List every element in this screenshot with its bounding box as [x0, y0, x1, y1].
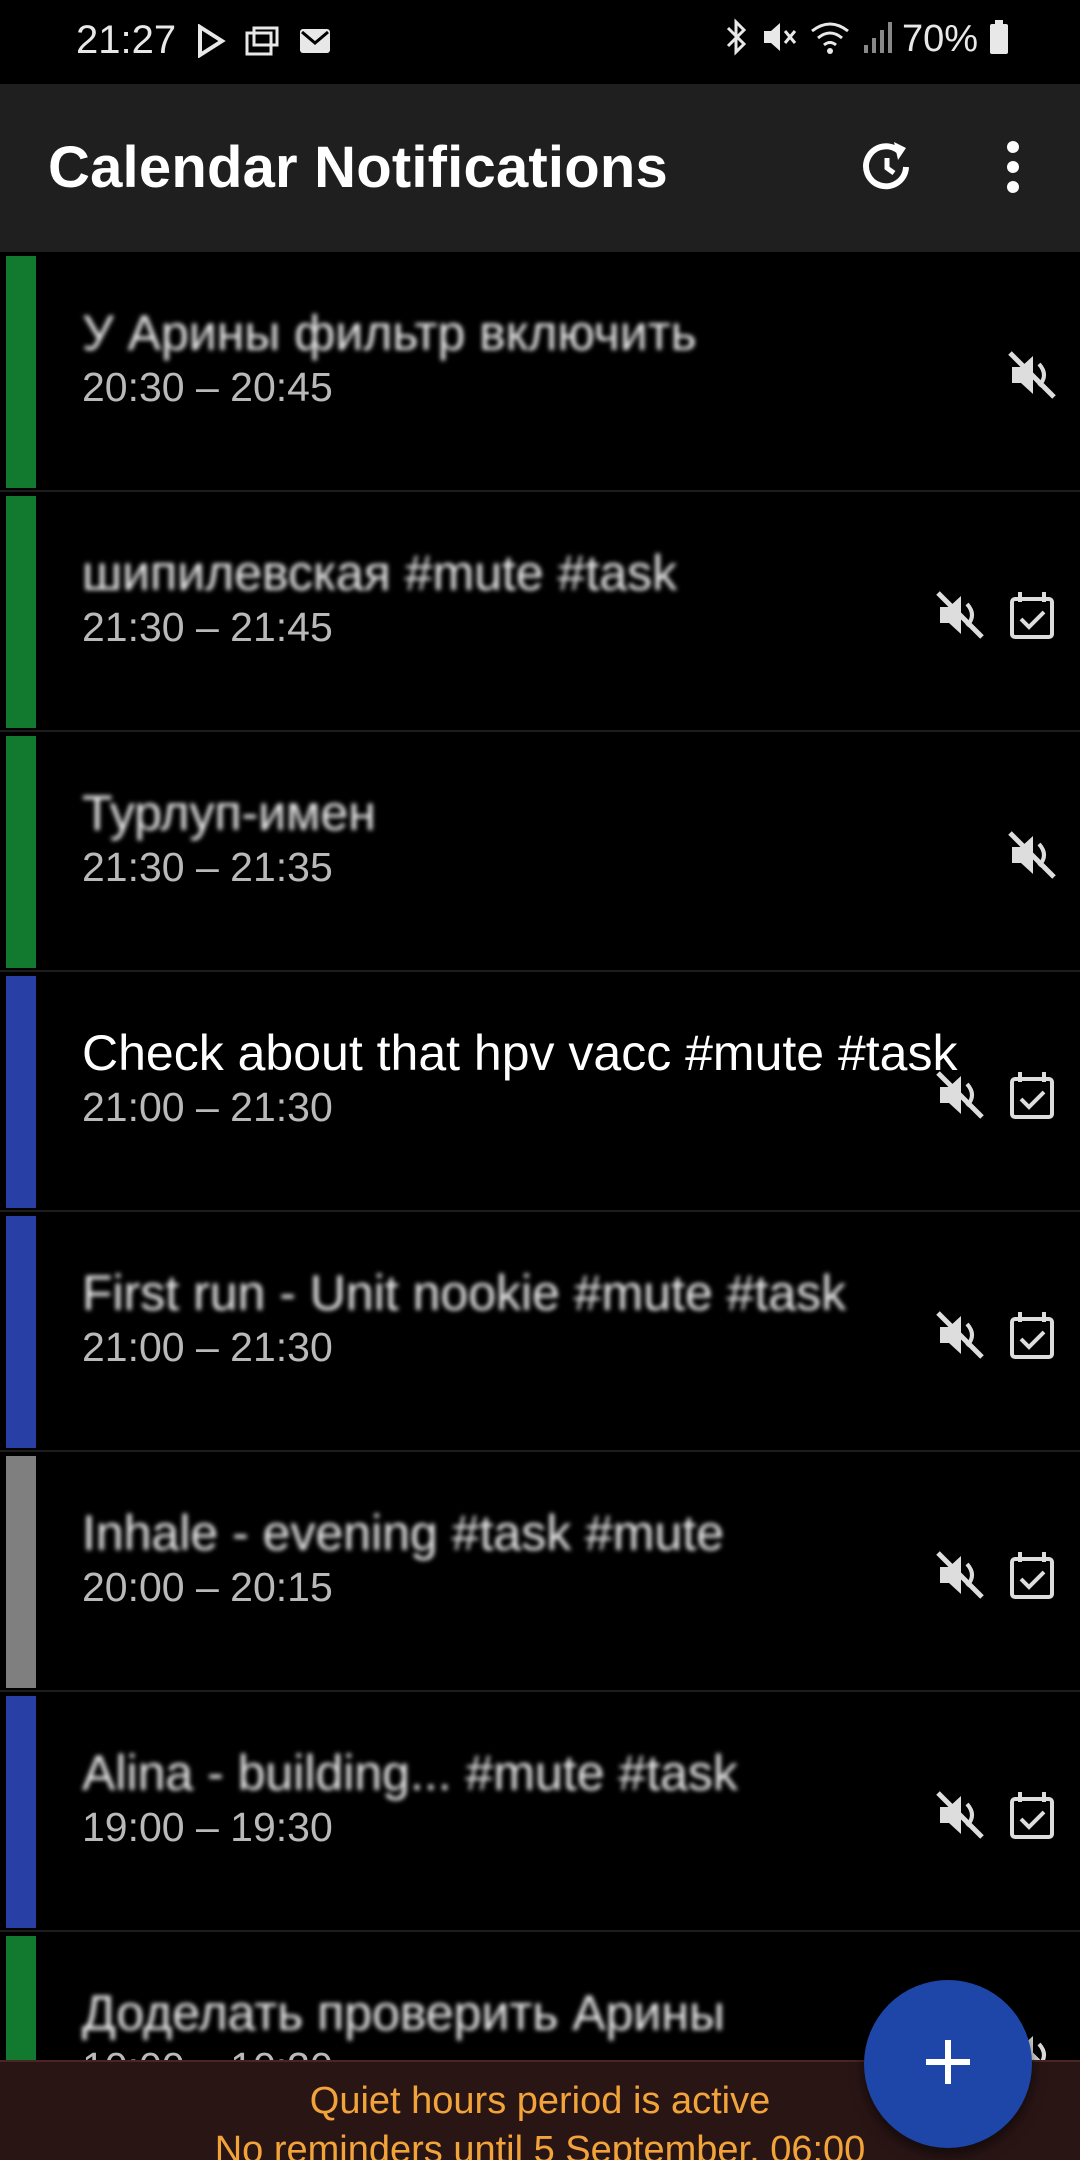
app-title: Calendar Notifications [48, 135, 668, 200]
calendar-color-bar [6, 496, 36, 728]
muted-icon [932, 1787, 988, 1843]
mail-icon [298, 26, 332, 61]
event-title: First run - Unit nookie #mute #task [82, 1265, 847, 1321]
battery-icon [988, 19, 1010, 60]
muted-icon [932, 1547, 988, 1603]
event-row[interactable]: First run - Unit nookie #mute #task 21:0… [0, 1212, 1080, 1452]
event-title: Доделать проверить Арины [82, 1985, 725, 2041]
add-event-button[interactable] [864, 1980, 1032, 2148]
event-row[interactable]: Турлуп-имен 21:30 – 21:35 [0, 732, 1080, 972]
event-title: Inhale - evening #task #mute [82, 1505, 725, 1561]
muted-icon [1004, 347, 1060, 403]
bluetooth-icon [724, 18, 750, 61]
calendar-color-bar [6, 976, 36, 1208]
event-time: 21:30 – 21:45 [82, 604, 333, 650]
battery-percent: 70% [901, 18, 978, 60]
muted-icon [932, 1307, 988, 1363]
status-right-icons: 70% [724, 18, 1010, 61]
task-icon [1004, 1307, 1060, 1363]
calendar-color-bar [6, 736, 36, 968]
event-time: 21:00 – 21:30 [82, 1084, 333, 1130]
muted-icon [932, 587, 988, 643]
muted-icon [1004, 827, 1060, 883]
task-icon [1004, 1547, 1060, 1603]
event-title: Check about that hpv vacc #mute #task [82, 1025, 958, 1081]
calendar-color-bar [6, 256, 36, 488]
wifi-icon [808, 19, 852, 60]
refresh-icon [856, 136, 918, 203]
status-time: 21:27 [76, 18, 177, 62]
calendar-color-bar [6, 1216, 36, 1448]
event-title: Alina - building... #mute #task [82, 1745, 738, 1801]
calendar-color-bar [6, 1456, 36, 1688]
status-left-icons [196, 23, 332, 63]
event-row[interactable]: У Арины фильтр включить 20:30 – 20:45 [0, 252, 1080, 492]
task-icon [1004, 1787, 1060, 1843]
event-time: 21:30 – 21:35 [82, 844, 333, 890]
app-bar: Calendar Notifications [0, 84, 1080, 252]
event-time: 20:00 – 20:15 [82, 1564, 333, 1610]
event-title: Турлуп-имен [82, 785, 376, 841]
screen-icon [244, 25, 280, 62]
signal-icon [862, 19, 892, 60]
muted-icon [932, 1067, 988, 1123]
event-time: 21:00 – 21:30 [82, 1324, 333, 1370]
more-vertical-icon [1003, 137, 1023, 202]
event-row[interactable]: Alina - building... #mute #task 19:00 – … [0, 1692, 1080, 1932]
event-title: У Арины фильтр включить [82, 305, 697, 361]
play-icon [196, 23, 226, 63]
event-row[interactable]: Check about that hpv vacc #mute #task 21… [0, 972, 1080, 1212]
overflow-menu-button[interactable] [978, 134, 1048, 204]
event-row[interactable]: Inhale - evening #task #mute 20:00 – 20:… [0, 1452, 1080, 1692]
calendar-color-bar [6, 1696, 36, 1928]
event-list: У Арины фильтр включить 20:30 – 20:45 ши… [0, 252, 1080, 2160]
task-icon [1004, 587, 1060, 643]
event-row[interactable]: шипилевская #mute #task 21:30 – 21:45 [0, 492, 1080, 732]
mute-icon [760, 18, 798, 61]
event-title: шипилевская #mute #task [82, 545, 678, 601]
refresh-button[interactable] [852, 134, 922, 204]
task-icon [1004, 1067, 1060, 1123]
event-time: 20:30 – 20:45 [82, 364, 333, 410]
plus-icon [918, 2032, 978, 2097]
status-bar: 21:27 70% [0, 0, 1080, 84]
event-time: 19:00 – 19:30 [82, 1804, 333, 1850]
